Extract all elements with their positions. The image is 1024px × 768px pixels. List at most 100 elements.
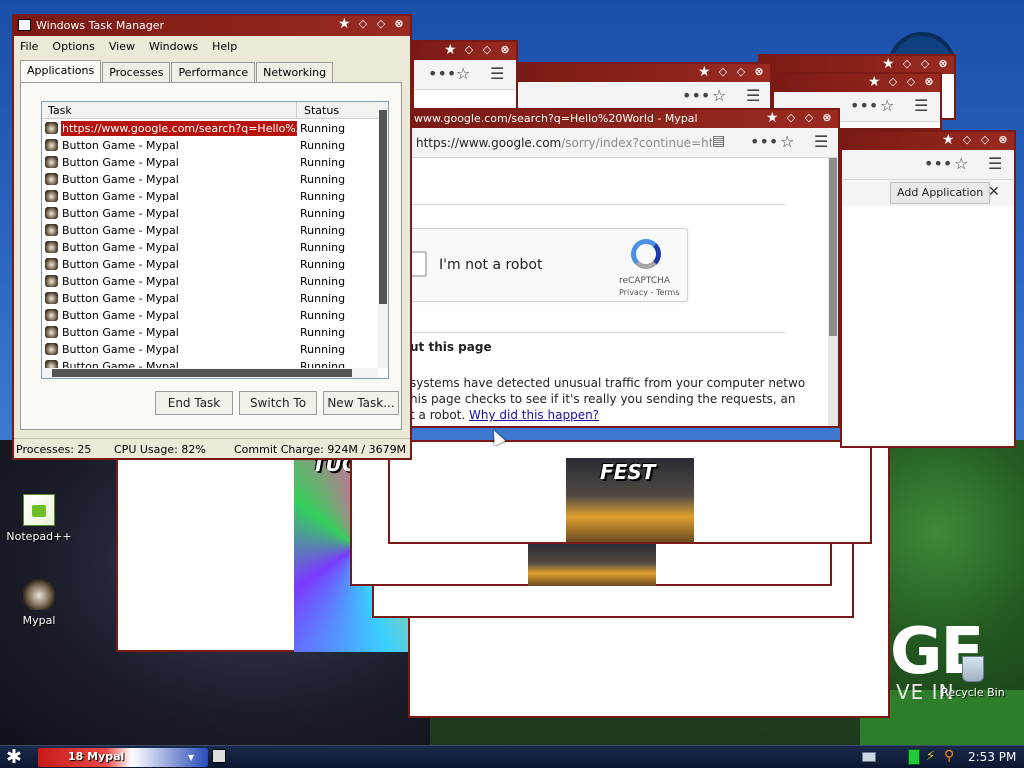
mypal-captcha-window[interactable]: www.google.com/search?q=Hello%20World - … <box>408 108 840 428</box>
maximize-button[interactable]: ◇ <box>904 75 918 89</box>
add-application-button[interactable]: Add Application <box>890 182 991 204</box>
menu-options[interactable]: Options <box>52 40 94 53</box>
bookmark-star-icon[interactable]: ☆ <box>954 154 968 173</box>
recaptcha-privacy-links[interactable]: Privacy - Terms <box>619 288 680 297</box>
close-button[interactable]: ⊗ <box>498 43 512 57</box>
tab-applications[interactable]: Applications <box>20 60 102 82</box>
minimize-button[interactable]: ◇ <box>900 57 914 71</box>
title-bar[interactable]: ★ ◇ ◇ ⊗ <box>842 132 1014 150</box>
vertical-scrollbar[interactable] <box>828 158 838 426</box>
task-list[interactable]: Task Status https://www.google.com/searc… <box>41 101 389 379</box>
desktop-icon-notepadpp[interactable]: Notepad++ <box>4 494 74 543</box>
table-row[interactable]: Button Game - Mypal Running <box>42 324 378 341</box>
minimize-button[interactable]: ◇ <box>886 75 900 89</box>
table-row[interactable]: Button Game - Mypal Running <box>42 273 378 290</box>
bookmark-star-icon[interactable]: ☆ <box>456 64 470 83</box>
recaptcha-widget[interactable]: I'm not a robot reCAPTCHA Privacy - Term… <box>410 228 688 302</box>
table-row[interactable]: https://www.google.com/search?q=Hello%2.… <box>42 120 378 137</box>
column-header-task[interactable]: Task <box>48 104 72 117</box>
scrollbar-thumb[interactable] <box>52 369 352 377</box>
vertical-scrollbar[interactable] <box>378 102 388 368</box>
maximize-button[interactable]: ◇ <box>978 133 992 147</box>
title-bar[interactable]: ★ ◇ ◇ ⊗ <box>414 42 516 60</box>
table-row[interactable]: Button Game - Mypal Running <box>42 222 378 239</box>
taskbar-group-mypal[interactable]: 18 Mypal <box>38 748 208 767</box>
close-button[interactable]: ⊗ <box>936 57 950 71</box>
tab-performance[interactable]: Performance <box>171 62 256 82</box>
table-row[interactable]: Button Game - Mypal Running <box>42 205 378 222</box>
column-header-status[interactable]: Status <box>304 104 339 117</box>
close-button[interactable]: ⊗ <box>392 17 406 31</box>
table-row[interactable]: Button Game - Mypal Running <box>42 137 378 154</box>
more-icon[interactable]: ••• <box>750 132 778 151</box>
table-row[interactable]: Button Game - Mypal Running <box>42 239 378 256</box>
close-button[interactable]: ⊗ <box>752 65 766 79</box>
title-bar[interactable]: www.google.com/search?q=Hello%20World - … <box>410 110 838 128</box>
hamburger-menu-icon[interactable]: ☰ <box>746 86 760 105</box>
mypal-window-back[interactable]: ★ ◇ ◇ ⊗ ••• ☆ ☰ Add Application ✕ <box>840 130 1016 448</box>
column-separator[interactable] <box>296 102 297 119</box>
title-bar[interactable]: Windows Task Manager ★ ◇ ◇ ⊗ <box>14 16 410 36</box>
scrollbar-thumb[interactable] <box>379 110 387 304</box>
mypal-window-back[interactable]: ★ ◇ ◇ ⊗ ••• ☆ ☰ <box>412 40 518 110</box>
maximize-button[interactable]: ◇ <box>918 57 932 71</box>
bookmark-star-icon[interactable]: ☆ <box>712 86 726 105</box>
minimize-button[interactable]: ◇ <box>960 133 974 147</box>
more-icon[interactable]: ••• <box>924 154 952 173</box>
hamburger-menu-icon[interactable]: ☰ <box>490 64 504 83</box>
switch-to-button[interactable]: Switch To <box>239 391 317 415</box>
table-row[interactable]: Button Game - Mypal Running <box>42 256 378 273</box>
task-manager-window[interactable]: Windows Task Manager ★ ◇ ◇ ⊗ File Options V… <box>12 14 412 460</box>
close-button[interactable]: ⊗ <box>820 111 834 125</box>
url-bar[interactable]: https://www.google.com/sorry/index?conti… <box>416 131 712 155</box>
close-notification-icon[interactable]: ✕ <box>988 184 1000 200</box>
mypal-window-back[interactable]: FEST <box>388 440 872 544</box>
title-bar[interactable]: ★ ◇ ◇ ⊗ <box>774 74 940 92</box>
maximize-button[interactable]: ◇ <box>480 43 494 57</box>
hamburger-menu-icon[interactable]: ☰ <box>814 132 828 151</box>
battery-icon[interactable] <box>908 749 920 765</box>
horizontal-scrollbar[interactable] <box>42 368 378 378</box>
tab-networking[interactable]: Networking <box>256 62 334 82</box>
table-row[interactable]: Button Game - Mypal Running <box>42 290 378 307</box>
reader-view-icon[interactable]: ▤ <box>712 133 725 149</box>
minimize-button[interactable]: ◇ <box>784 111 798 125</box>
menu-windows[interactable]: Windows <box>149 40 198 53</box>
more-icon[interactable]: ••• <box>850 96 878 115</box>
maximize-button[interactable]: ◇ <box>374 17 388 31</box>
bookmark-star-icon[interactable]: ☆ <box>780 132 794 151</box>
minimize-button[interactable]: ◇ <box>716 65 730 79</box>
menu-file[interactable]: File <box>20 40 38 53</box>
table-row[interactable]: Button Game - Mypal Running <box>42 171 378 188</box>
desktop-icon-recycle-bin[interactable]: Recycle Bin <box>938 656 1008 699</box>
minimize-button[interactable]: ◇ <box>462 43 476 57</box>
menu-view[interactable]: View <box>109 40 135 53</box>
clock[interactable]: 2:53 PM <box>968 750 1016 764</box>
maximize-button[interactable]: ◇ <box>802 111 816 125</box>
bookmark-star-icon[interactable]: ☆ <box>880 96 894 115</box>
task-manager-taskbar-icon[interactable] <box>212 749 226 763</box>
why-did-this-happen-link[interactable]: Why did this happen? <box>469 408 599 422</box>
new-task-button[interactable]: New Task... <box>323 391 399 415</box>
menu-help[interactable]: Help <box>212 40 237 53</box>
scrollbar-thumb[interactable] <box>829 158 837 336</box>
hamburger-menu-icon[interactable]: ☰ <box>988 154 1002 173</box>
table-row[interactable]: Button Game - Mypal Running <box>42 188 378 205</box>
search-icon[interactable]: ⚲ <box>944 748 954 764</box>
table-row[interactable]: Button Game - Mypal Running <box>42 341 378 358</box>
table-row[interactable]: Button Game - Mypal Running <box>42 307 378 324</box>
close-button[interactable]: ⊗ <box>996 133 1010 147</box>
more-icon[interactable]: ••• <box>428 64 456 83</box>
minimize-button[interactable]: ◇ <box>356 17 370 31</box>
tab-processes[interactable]: Processes <box>102 62 171 82</box>
chevron-down-icon[interactable]: ▼ <box>188 753 194 762</box>
keyboard-icon[interactable] <box>862 752 876 762</box>
start-button[interactable]: ✱ <box>6 747 22 767</box>
end-task-button[interactable]: End Task <box>155 391 233 415</box>
more-icon[interactable]: ••• <box>682 86 710 105</box>
network-icon[interactable]: ⚡ <box>926 749 935 764</box>
close-button[interactable]: ⊗ <box>922 75 936 89</box>
hamburger-menu-icon[interactable]: ☰ <box>914 96 928 115</box>
title-bar[interactable]: ★ ◇ ◇ ⊗ <box>518 64 770 82</box>
desktop-icon-mypal[interactable]: Mypal <box>4 578 74 627</box>
